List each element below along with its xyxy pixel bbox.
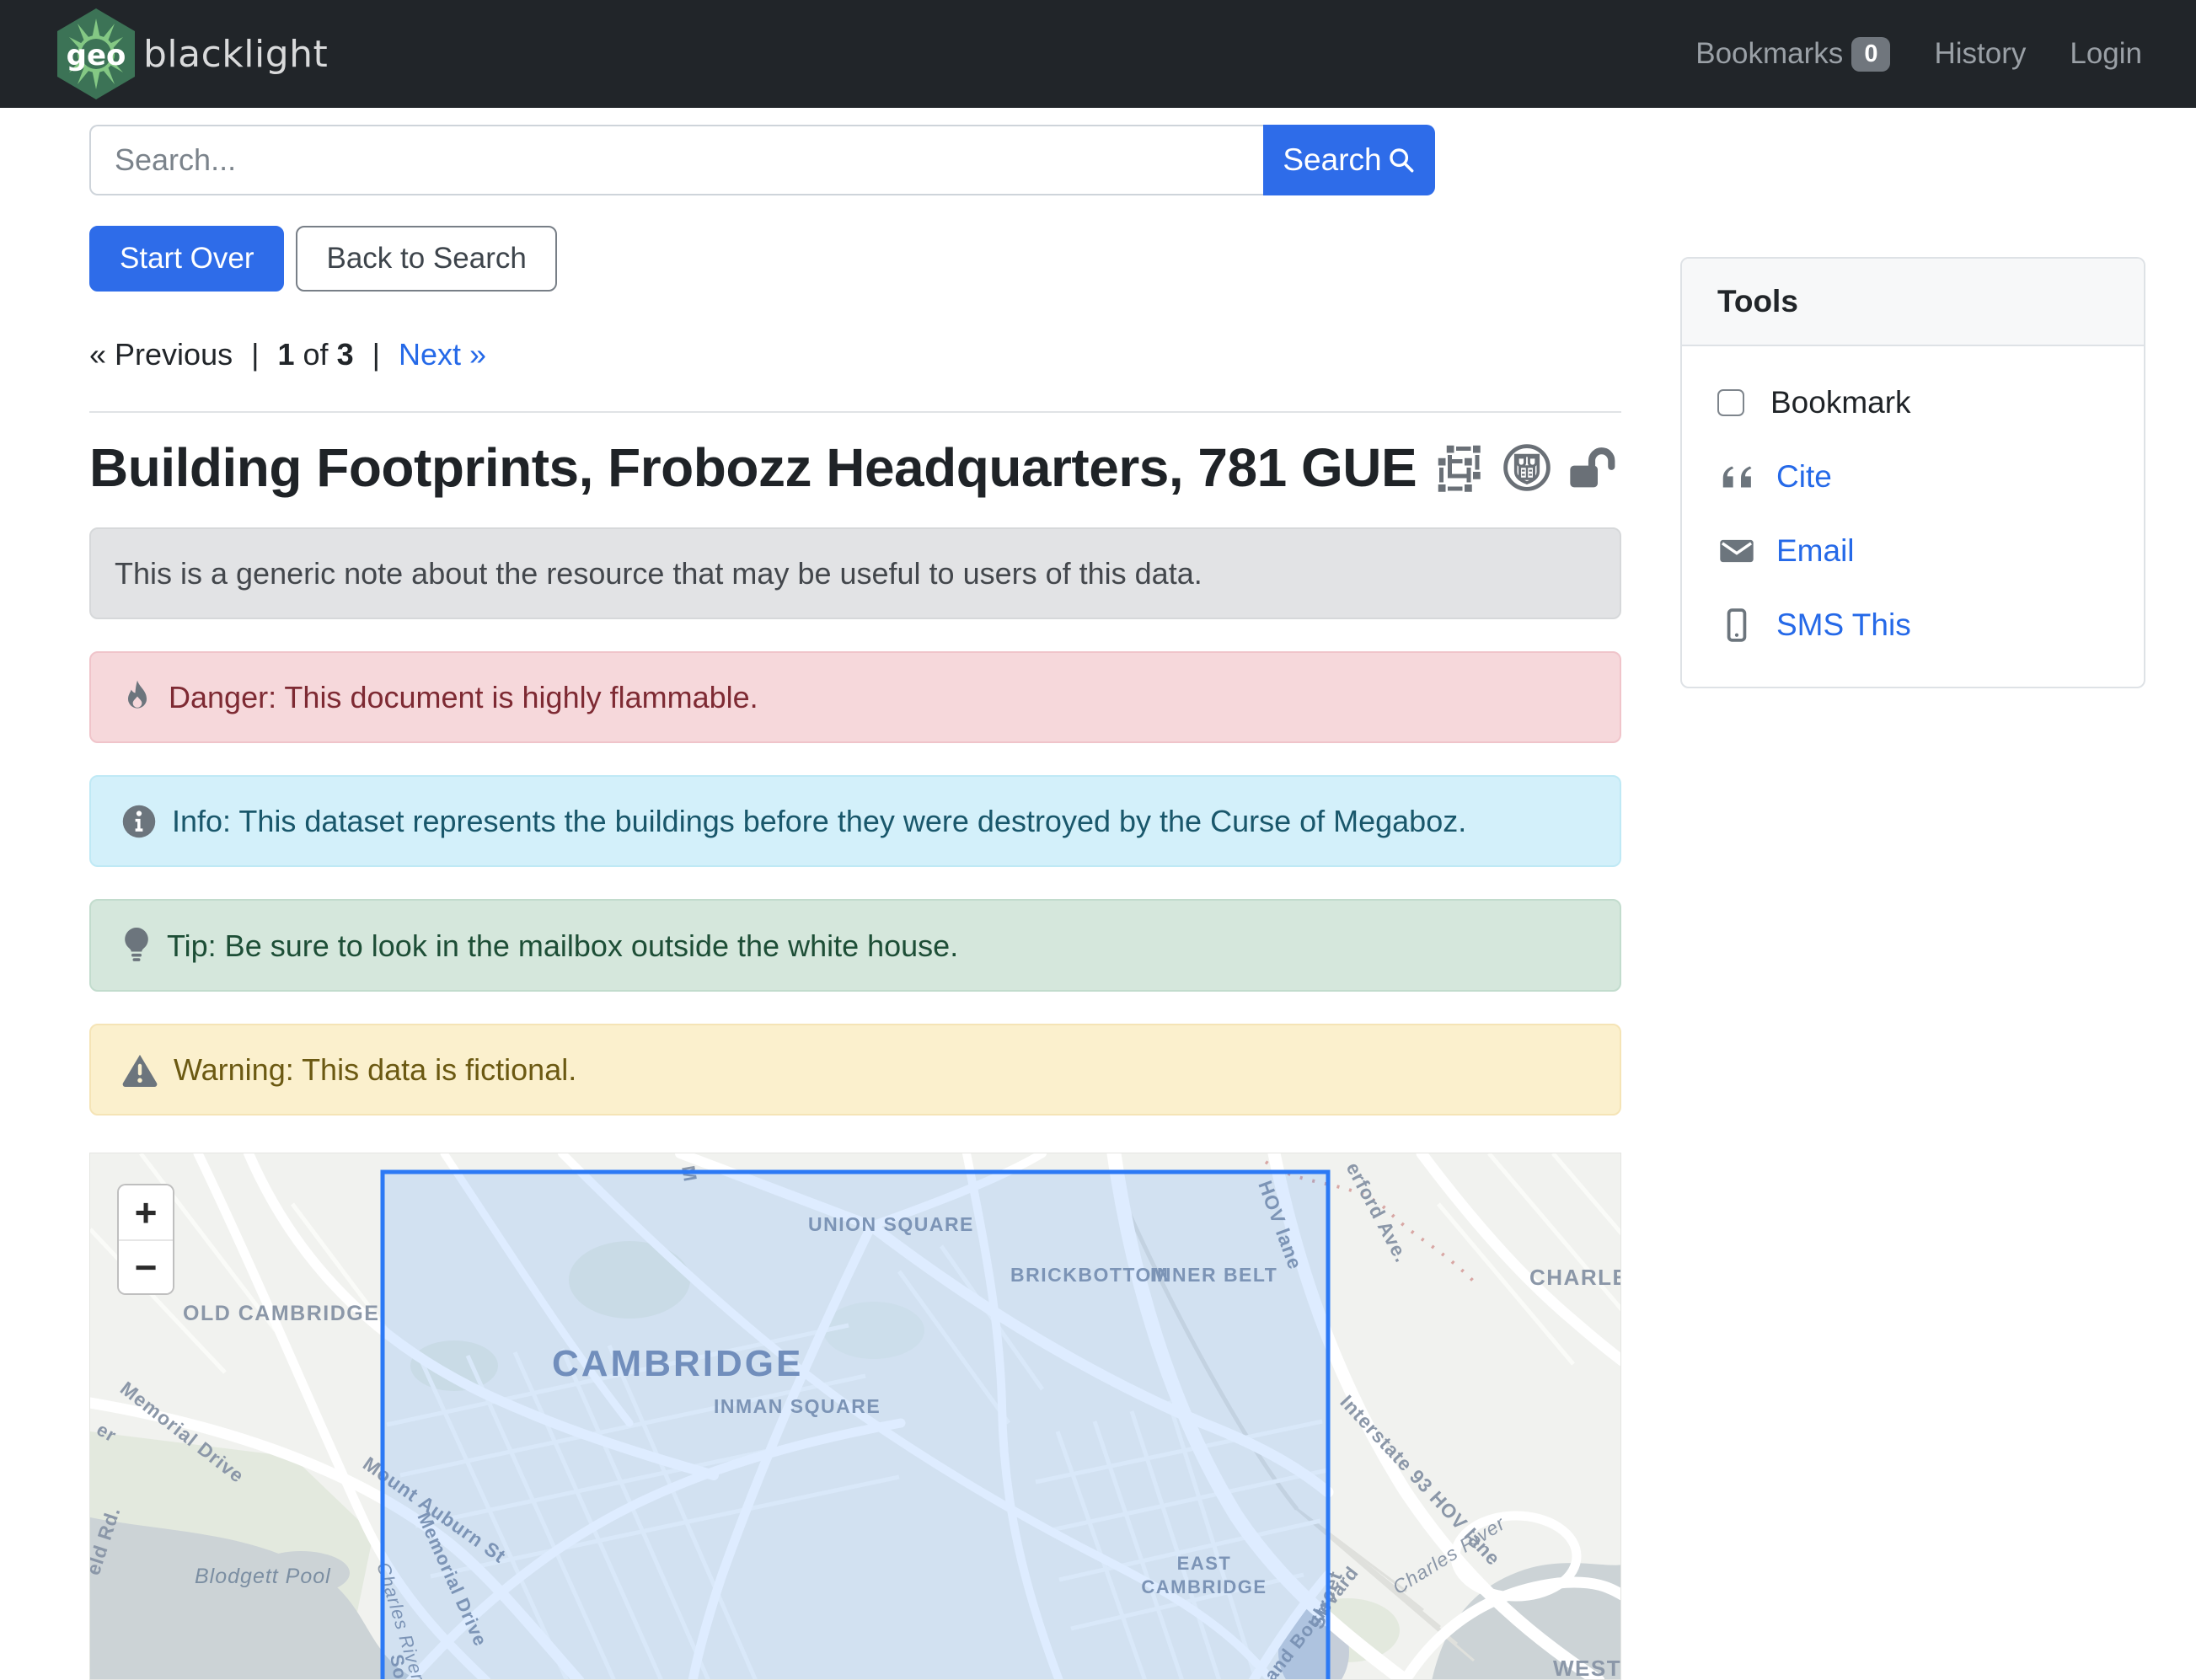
institution-seal-icon [1503,444,1551,491]
search-bar: Search [89,125,1435,195]
search-button-label: Search [1283,142,1382,177]
resource-note: This is a generic note about the resourc… [89,527,1621,619]
lightbulb-icon [125,928,148,961]
pagination: « Previous | 1 of 3 | Next » [89,337,487,372]
warning-alert-text: Warning: This data is fictional. [174,1052,577,1087]
geoblacklight-hexagon-icon: geo [57,8,135,99]
navbar-links: Bookmarks 0 History Login [1695,36,2142,72]
history-link[interactable]: History [1934,37,2026,71]
zoom-in-button[interactable]: + [119,1185,173,1239]
previous-link[interactable]: « Previous [89,337,233,372]
danger-alert-text: Danger: This document is highly flammabl… [169,680,758,714]
login-link[interactable]: Login [2070,37,2142,71]
search-input[interactable] [89,125,1263,195]
map[interactable]: OLD CAMBRIDGE UNION SQUARE BRICKBOTTOM INNE… [89,1153,1621,1680]
page-title: Building Footprints, Frobozz Headquarter… [89,437,1417,498]
sidebar: Tools Bookmark Cite Email SMS This [1680,257,2145,688]
zoom-out-button[interactable]: − [119,1239,173,1293]
map-label: Blodgett Pool [195,1565,331,1588]
bounding-box-overlay [380,1169,1331,1679]
geoblacklight-logo[interactable]: geo blacklight [54,7,328,101]
envelope-icon [1717,538,1756,564]
total-pages: 3 [336,337,354,372]
bookmarks-link[interactable]: Bookmarks 0 [1695,36,1891,72]
tip-alert-text: Tip: Be sure to look in the mailbox outs… [167,928,959,963]
polygon-geometry-icon [1436,443,1483,493]
tools-card: Tools Bookmark Cite Email SMS This [1680,257,2145,688]
title-row: Building Footprints, Frobozz Headquarter… [89,436,1621,499]
divider [89,411,1621,413]
bookmarks-count-badge: 0 [1851,36,1891,72]
info-circle-icon [122,805,156,837]
search-button[interactable]: Search [1263,125,1435,195]
map-label: WEST END [1553,1656,1621,1680]
title-icons [1435,442,1615,493]
current-page: 1 [277,337,295,372]
danger-alert: Danger: This document is highly flammabl… [89,651,1621,743]
bookmark-checkbox[interactable] [1717,389,1744,416]
result-actions: Start Over Back to Search [89,226,1621,292]
next-link[interactable]: Next » [399,337,486,372]
email-tool: Email [1717,533,2108,569]
back-to-search-button[interactable]: Back to Search [296,226,557,292]
bookmark-label: Bookmark [1770,385,1911,420]
bookmark-tool: Bookmark [1717,385,2108,420]
info-alert-text: Info: This dataset represents the buildi… [172,804,1467,838]
start-over-button[interactable]: Start Over [89,226,285,292]
cite-link[interactable]: Cite [1776,459,1832,495]
map-label: OLD CAMBRIDGE [183,1302,379,1325]
map-zoom-control: + − [117,1184,174,1295]
map-label: CHARLES [1529,1265,1621,1290]
navbar: geo blacklight Bookmarks 0 History Login [0,0,2196,108]
sms-tool: SMS This [1717,607,2108,643]
tip-alert: Tip: Be sure to look in the mailbox outs… [89,899,1621,992]
brand-text: blacklight [143,32,329,76]
unlock-icon [1570,447,1615,488]
warning-triangle-icon [122,1054,158,1087]
of-label: of [303,337,329,372]
resource-note-text: This is a generic note about the resourc… [115,556,1202,591]
search-icon [1389,148,1414,173]
info-alert: Info: This dataset represents the buildi… [89,775,1621,867]
mobile-phone-icon [1717,608,1756,642]
tools-header: Tools [1682,259,2144,346]
main-content: Search Start Over Back to Search « Previ… [89,108,1621,1680]
sms-link[interactable]: SMS This [1776,607,1911,643]
cite-tool: Cite [1717,459,2108,495]
warning-alert: Warning: This data is fictional. [89,1024,1621,1116]
email-link[interactable]: Email [1776,533,1855,569]
brand-geo-text: geo [67,39,126,72]
quote-icon [1717,463,1756,490]
basemap: OLD CAMBRIDGEUNION SQUAREBRICKBOTTOMINNE… [90,1153,1621,1680]
flame-icon [128,680,147,709]
